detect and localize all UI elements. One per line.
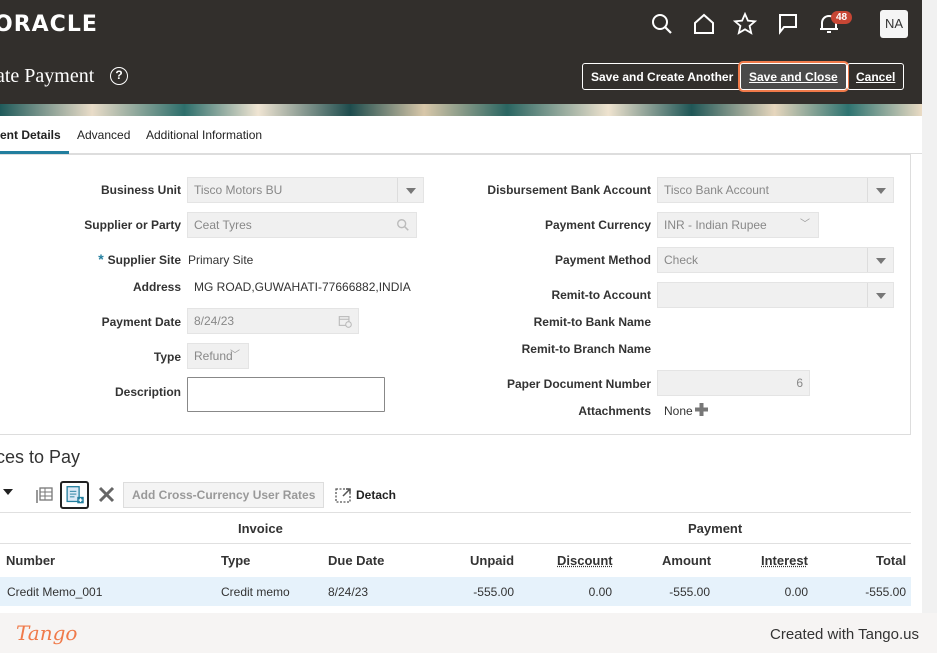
row-type-cell: Credit memo <box>221 585 290 599</box>
invoices-section-title: ces to Pay <box>0 447 81 467</box>
tab-additional-information[interactable]: Additional Information <box>146 128 262 142</box>
remit-to-bank-name-label: Remit-to Bank Name <box>533 315 651 329</box>
table-divider <box>0 512 911 513</box>
column-header-unpaid[interactable]: Unpaid <box>470 553 514 568</box>
global-header: ORACLE 48 NA <box>0 0 922 48</box>
payment-method-value: Check <box>664 253 699 267</box>
add-cross-currency-rates-button[interactable]: Add Cross-Currency User Rates <box>123 482 325 508</box>
search-icon[interactable] <box>650 12 674 36</box>
supplier-site-label-text: Supplier Site <box>107 253 181 267</box>
address-label: Address <box>132 280 181 294</box>
supplier-value: Ceat Tyres <box>194 218 252 232</box>
row-discount-cell: 0.00 <box>588 585 612 599</box>
invoice-group-header: Invoice <box>238 521 283 536</box>
user-avatar[interactable]: NA <box>880 10 908 38</box>
detach-label[interactable]: Detach <box>356 488 396 502</box>
disbursement-bank-account-value: Tisco Bank Account <box>664 183 769 197</box>
column-header-total[interactable]: Total <box>876 553 906 568</box>
save-and-create-another-button[interactable]: Save and Create Another <box>582 63 743 90</box>
tab-bar: ent Details Advanced Additional Informat… <box>0 116 922 154</box>
attachments-value: None <box>664 404 693 418</box>
column-header-discount[interactable]: Discount <box>557 553 613 568</box>
row-total-cell: -555.00 <box>865 585 906 599</box>
cancel-label: Cancel <box>856 69 896 84</box>
description-label: Description <box>114 385 181 399</box>
row-due-date-cell: 8/24/23 <box>328 585 369 599</box>
cancel-button[interactable]: Cancel <box>847 63 905 90</box>
detach-icon[interactable] <box>333 484 355 506</box>
payment-date-value: 8/24/23 <box>194 314 235 328</box>
remit-to-account-select[interactable] <box>657 282 894 308</box>
chevron-down-icon[interactable] <box>867 283 893 307</box>
home-icon[interactable] <box>692 12 716 36</box>
paper-document-number-label: Paper Document Number <box>506 377 651 391</box>
row-unpaid-cell: -555.00 <box>473 585 514 599</box>
column-header-amount[interactable]: Amount <box>662 553 711 568</box>
description-textarea[interactable] <box>187 377 385 412</box>
freeze-columns-icon[interactable] <box>33 484 55 506</box>
row-amount-cell: -555.00 <box>669 585 710 599</box>
payment-method-label: Payment Method <box>554 253 651 267</box>
table-divider <box>0 543 911 544</box>
chevron-down-icon: ﹀ <box>800 219 810 230</box>
column-header-type[interactable]: Type <box>221 553 250 568</box>
business-unit-value: Tisco Motors BU <box>194 183 283 197</box>
row-number-cell: Credit Memo_001 <box>7 585 103 599</box>
page-header: ate Payment ? Save and Create Another Sa… <box>0 48 922 104</box>
chevron-down-icon[interactable] <box>867 248 893 272</box>
save-and-close-label: Save and Close <box>749 69 838 84</box>
chevron-down-icon[interactable] <box>867 178 893 202</box>
decorative-banner <box>0 104 922 116</box>
type-label: Type <box>153 350 181 364</box>
type-value: Refund <box>194 349 233 363</box>
view-menu-chevron-icon[interactable] <box>2 486 24 508</box>
payment-group-header: Payment <box>688 521 743 536</box>
payment-currency-select[interactable]: INR - Indian Rupee ﹀ <box>657 212 819 238</box>
tab-advanced[interactable]: Advanced <box>77 128 130 142</box>
supplier-site-value: Primary Site <box>188 253 254 267</box>
tango-logo: Tango <box>16 621 78 645</box>
attachments-label: Attachments <box>578 404 651 418</box>
paper-document-number-input[interactable]: 6 <box>657 370 810 396</box>
column-header-number[interactable]: Number <box>6 553 55 568</box>
tab-payment-details[interactable]: ent Details <box>0 128 69 154</box>
chevron-down-icon[interactable] <box>397 178 423 202</box>
business-unit-select[interactable]: Tisco Motors BU <box>187 177 424 203</box>
supplier-input[interactable]: Ceat Tyres <box>187 212 417 238</box>
payment-method-select[interactable]: Check <box>657 247 894 273</box>
disbursement-bank-account-select[interactable]: Tisco Bank Account <box>657 177 894 203</box>
search-icon[interactable] <box>396 218 410 232</box>
column-header-due-date[interactable]: Due Date <box>328 553 384 568</box>
address-value: MG ROAD,GUWAHATI-77666882,INDIA <box>194 280 411 294</box>
select-and-add-icon[interactable] <box>60 481 89 509</box>
vertical-scrollbar[interactable] <box>922 0 937 613</box>
oracle-logo[interactable]: ORACLE <box>0 12 98 37</box>
help-icon[interactable]: ? <box>110 67 128 85</box>
column-header-interest[interactable]: Interest <box>761 553 808 568</box>
page-title: ate Payment <box>0 65 95 87</box>
tango-credit: Created with Tango.us <box>770 626 919 643</box>
tango-footer: Tango Created with Tango.us <box>0 613 937 653</box>
payment-date-input[interactable]: 8/24/23 <box>187 308 359 334</box>
payment-date-label: Payment Date <box>101 315 181 329</box>
payment-currency-value: INR - Indian Rupee <box>664 218 767 232</box>
notification-count-badge: 48 <box>831 11 853 24</box>
type-select[interactable]: Refund ﹀ <box>187 343 249 369</box>
row-interest-cell: 0.00 <box>784 585 808 599</box>
remit-to-account-label: Remit-to Account <box>551 288 651 302</box>
calendar-icon[interactable] <box>338 314 352 328</box>
supplier-site-label: * Supplier Site <box>40 251 181 267</box>
payment-currency-label: Payment Currency <box>544 218 651 232</box>
remit-to-branch-name-label: Remit-to Branch Name <box>521 342 651 356</box>
flag-icon[interactable] <box>776 12 800 36</box>
delete-icon[interactable] <box>96 484 118 506</box>
chevron-down-icon: ﹀ <box>230 350 240 361</box>
business-unit-label: Business Unit <box>100 183 181 197</box>
required-indicator: * <box>98 251 104 267</box>
disbursement-bank-account-label: Disbursement Bank Account <box>487 183 651 197</box>
star-icon[interactable] <box>732 11 758 36</box>
save-and-close-button[interactable]: Save and Close <box>740 63 847 90</box>
supplier-label: Supplier or Party <box>84 218 181 232</box>
add-attachment-icon[interactable] <box>694 402 709 417</box>
